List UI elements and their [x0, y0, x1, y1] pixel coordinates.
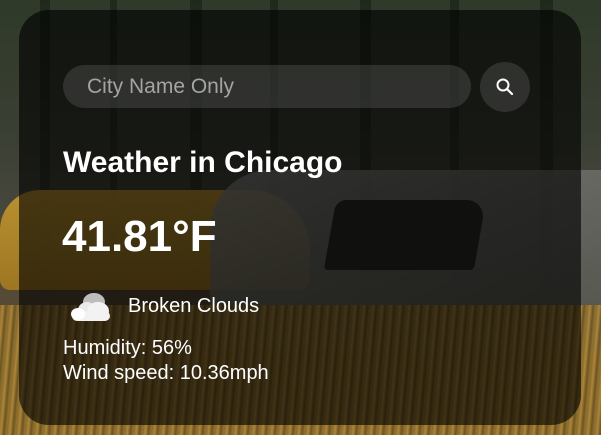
temperature: 41.81°F	[62, 212, 217, 261]
broken-clouds-icon	[71, 293, 110, 321]
humidity: Humidity: 56%	[63, 337, 192, 359]
city-title: Weather in Chicago	[63, 146, 343, 179]
city-search-input[interactable]	[63, 65, 471, 108]
weather-description: Broken Clouds	[128, 295, 260, 317]
wind-speed: Wind speed: 10.36mph	[63, 362, 269, 384]
search-button[interactable]	[480, 62, 530, 112]
search-icon	[496, 78, 514, 96]
